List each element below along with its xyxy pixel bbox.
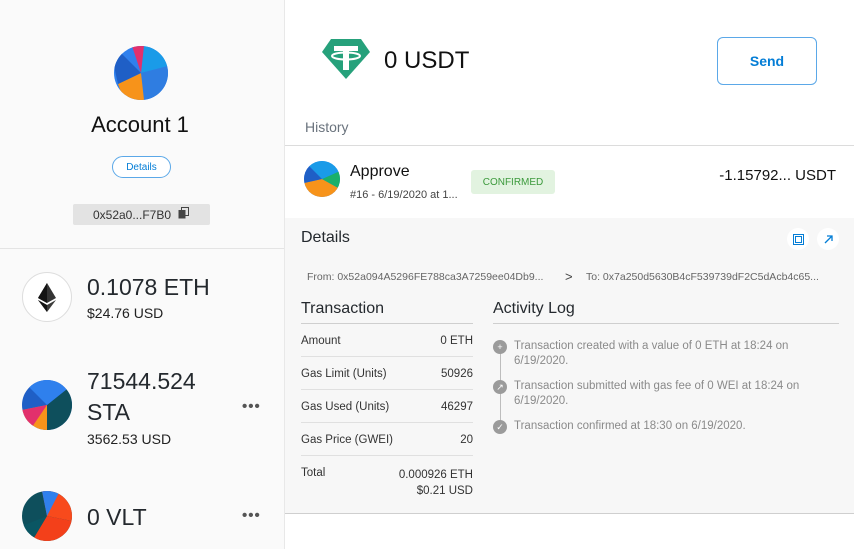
token-fiat-value: 3562.53 USD [87,431,172,447]
token-amount: 0.1078 ETH [87,274,210,300]
send-button[interactable]: Send [717,37,817,85]
token-amount: 0 VLT [87,504,147,530]
token-identicon [22,380,72,430]
tx-row-label: Gas Price (GWEI) [301,434,394,446]
activity-log-text: Transaction submitted with gas fee of 0 … [514,380,800,407]
token-amount: 71544.524 [87,368,196,394]
view-on-explorer-icon[interactable] [817,228,839,250]
copy-icon[interactable] [178,207,190,222]
transaction-section-title: Transaction [301,300,473,324]
activity-log-text: Transaction confirmed at 18:30 on 6/19/2… [514,420,746,432]
app: Account 1 Details 0x52a0...F7B0 0.1078 E… [0,0,854,549]
activity-log-title: Activity Log [493,300,839,324]
account-sidebar: Account 1 Details 0x52a0...F7B0 0.1078 E… [0,0,285,549]
asset-balance: 0 USDT [384,47,470,74]
account-details-button[interactable]: Details [112,156,171,178]
tx-total-value: 0.000926 ETH $0.21 USD [399,467,473,499]
activity-log: Activity Log + Transaction created with … [493,300,839,434]
tx-row-value: 0 ETH [440,335,473,347]
transaction-title[interactable]: Approve [350,163,410,181]
tx-row-value: 50926 [441,368,473,380]
history-divider [285,145,854,146]
tx-row-value: 20 [460,434,473,446]
tx-row-label: Gas Used (Units) [301,401,390,413]
account-identicon[interactable] [114,46,168,100]
transaction-status-badge: CONFIRMED [471,170,555,194]
sidebar-divider [0,248,284,249]
details-title: Details [301,229,350,246]
from-address[interactable]: From: 0x52a094A5296FE788ca3A7259ee04Db9.… [307,271,543,283]
token-item-sta[interactable]: 71544.524 STA 3562.53 USD ••• [0,362,284,452]
token-item-vlt[interactable]: 0 VLT ••• [0,488,284,549]
to-address[interactable]: To: 0x7a250d5630B4cF539739dF2C5dAcb4c65.… [586,271,819,283]
account-address-text: 0x52a0...F7B0 [92,207,172,222]
asset-main-panel: 0 USDT Send History Approve #16 - 6/19/2… [285,0,854,549]
activity-log-text: Transaction created with a value of 0 ET… [514,340,789,367]
token-menu-button[interactable]: ••• [242,398,261,415]
arrow-right-icon: > [565,271,573,283]
transaction-breakdown: Transaction Amount 0 ETH Gas Limit (Unit… [301,300,473,500]
tether-icon [321,38,371,80]
token-identicon [22,491,72,541]
transaction-subtitle: #16 - 6/19/2020 at 1... [350,189,458,201]
account-name: Account 1 [91,112,189,137]
tx-row-gas-used: Gas Used (Units) 46297 [301,390,473,423]
tx-row-label: Gas Limit (Units) [301,368,387,380]
tx-row-amount: Amount 0 ETH [301,324,473,357]
token-item-eth[interactable]: 0.1078 ETH $24.76 USD [0,268,284,328]
tx-row-total: Total 0.000926 ETH $0.21 USD [301,456,473,500]
tx-row-value: 46297 [441,401,473,413]
tx-row-gas-price: Gas Price (GWEI) 20 [301,423,473,456]
history-label: History [305,119,349,135]
tx-row-gas-limit: Gas Limit (Units) 50926 [301,357,473,390]
tx-total-eth: 0.000926 ETH [398,469,473,481]
from-to-addresses: From: 0x52a094A5296FE788ca3A7259ee04Db9.… [307,271,832,283]
transaction-value: -1.15792... USDT [719,167,836,184]
transaction-identicon[interactable] [304,161,340,197]
ethereum-icon [22,272,72,322]
tx-total-usd: $0.21 USD [416,485,473,497]
token-menu-button[interactable]: ••• [242,507,261,524]
token-symbol: STA [87,399,131,425]
token-fiat-value: $24.76 USD [87,305,164,321]
copy-tx-icon[interactable] [787,228,809,250]
plus-icon: + [493,340,507,354]
tx-total-label: Total [301,467,326,479]
arrow-up-right-icon: ↗ [493,380,507,394]
transaction-details-panel: Details From: 0x52a094A5296FE788ca3A7259… [285,218,854,514]
tx-row-label: Amount [301,335,341,347]
check-icon: ✓ [493,420,507,434]
account-address[interactable]: 0x52a0...F7B0 [73,204,210,225]
